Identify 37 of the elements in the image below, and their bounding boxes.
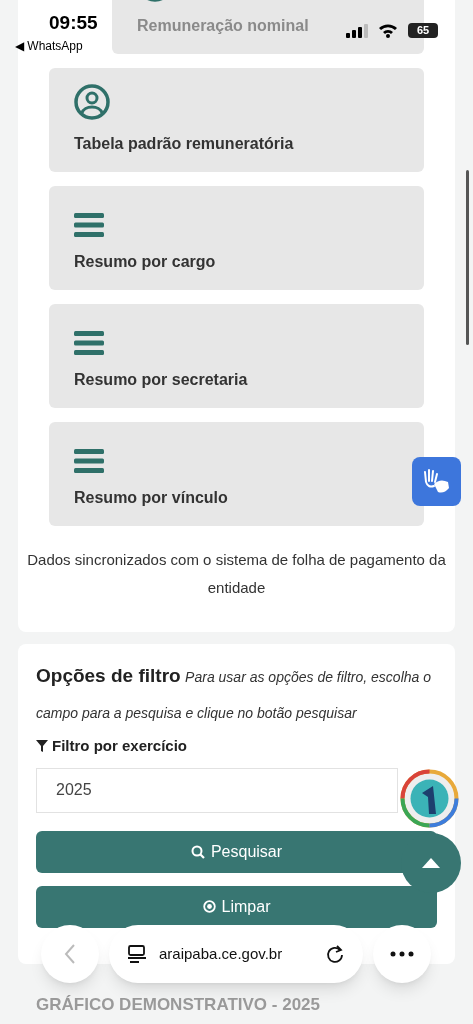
card-label: Resumo por vínculo <box>74 488 228 508</box>
menu-card[interactable]: Resumo por secretaria <box>49 304 424 408</box>
search-icon <box>190 844 205 859</box>
menu-card[interactable]: Tabela padrão remuneratória <box>49 68 424 172</box>
search-button[interactable]: Pesquisar <box>36 830 437 873</box>
back-to-app-link[interactable]: ◀ WhatsApp <box>15 37 83 55</box>
filter-heading: Opções de filtro Para usar as opções de filtro, escolha o campo para a pesquisa e clique no botão pesquisar <box>36 664 432 723</box>
card-label: Remuneração nominal <box>137 16 309 36</box>
reader-icon <box>127 944 147 964</box>
card-label: Resumo por secretaria <box>74 370 248 390</box>
field-label: Filtro por exercício <box>52 736 188 756</box>
chart-title: GRÁFICO DEMONSTRATIVO - 2025 <box>36 994 321 1016</box>
address-bar[interactable]: araipaba.ce.gov.br <box>109 925 363 983</box>
wifi-icon <box>378 22 398 38</box>
card-label: Resumo por cargo <box>74 252 216 272</box>
person-icon <box>74 84 110 120</box>
menu-card[interactable]: Resumo por cargo <box>49 186 424 290</box>
year-field[interactable]: 2025 <box>36 767 398 813</box>
status-time: 09:55 <box>49 11 98 35</box>
filter-icon <box>36 740 48 753</box>
url-text: araipaba.ce.gov.br <box>159 943 284 964</box>
close-circle-icon <box>202 900 216 913</box>
menu-icon <box>74 330 104 356</box>
menu-icon <box>74 212 104 238</box>
card-label: Tabela padrão remuneratória <box>74 134 294 154</box>
caret-up-icon <box>422 858 440 868</box>
menu-card[interactable]: Resumo por vínculo <box>49 422 424 526</box>
sign-language-button[interactable] <box>412 457 461 506</box>
reload-icon[interactable] <box>325 944 345 964</box>
more-icon <box>390 951 414 957</box>
clear-button[interactable]: Limpar <box>36 885 437 928</box>
sync-note: Dados sincronizados com o sistema de folha de pagamento da entidade <box>26 550 447 598</box>
menu-icon <box>74 448 104 474</box>
back-chevron-icon <box>64 944 76 964</box>
accessibility-logo-icon[interactable] <box>400 769 459 828</box>
signal-icon <box>346 24 368 38</box>
battery-indicator: 65 <box>408 23 438 38</box>
